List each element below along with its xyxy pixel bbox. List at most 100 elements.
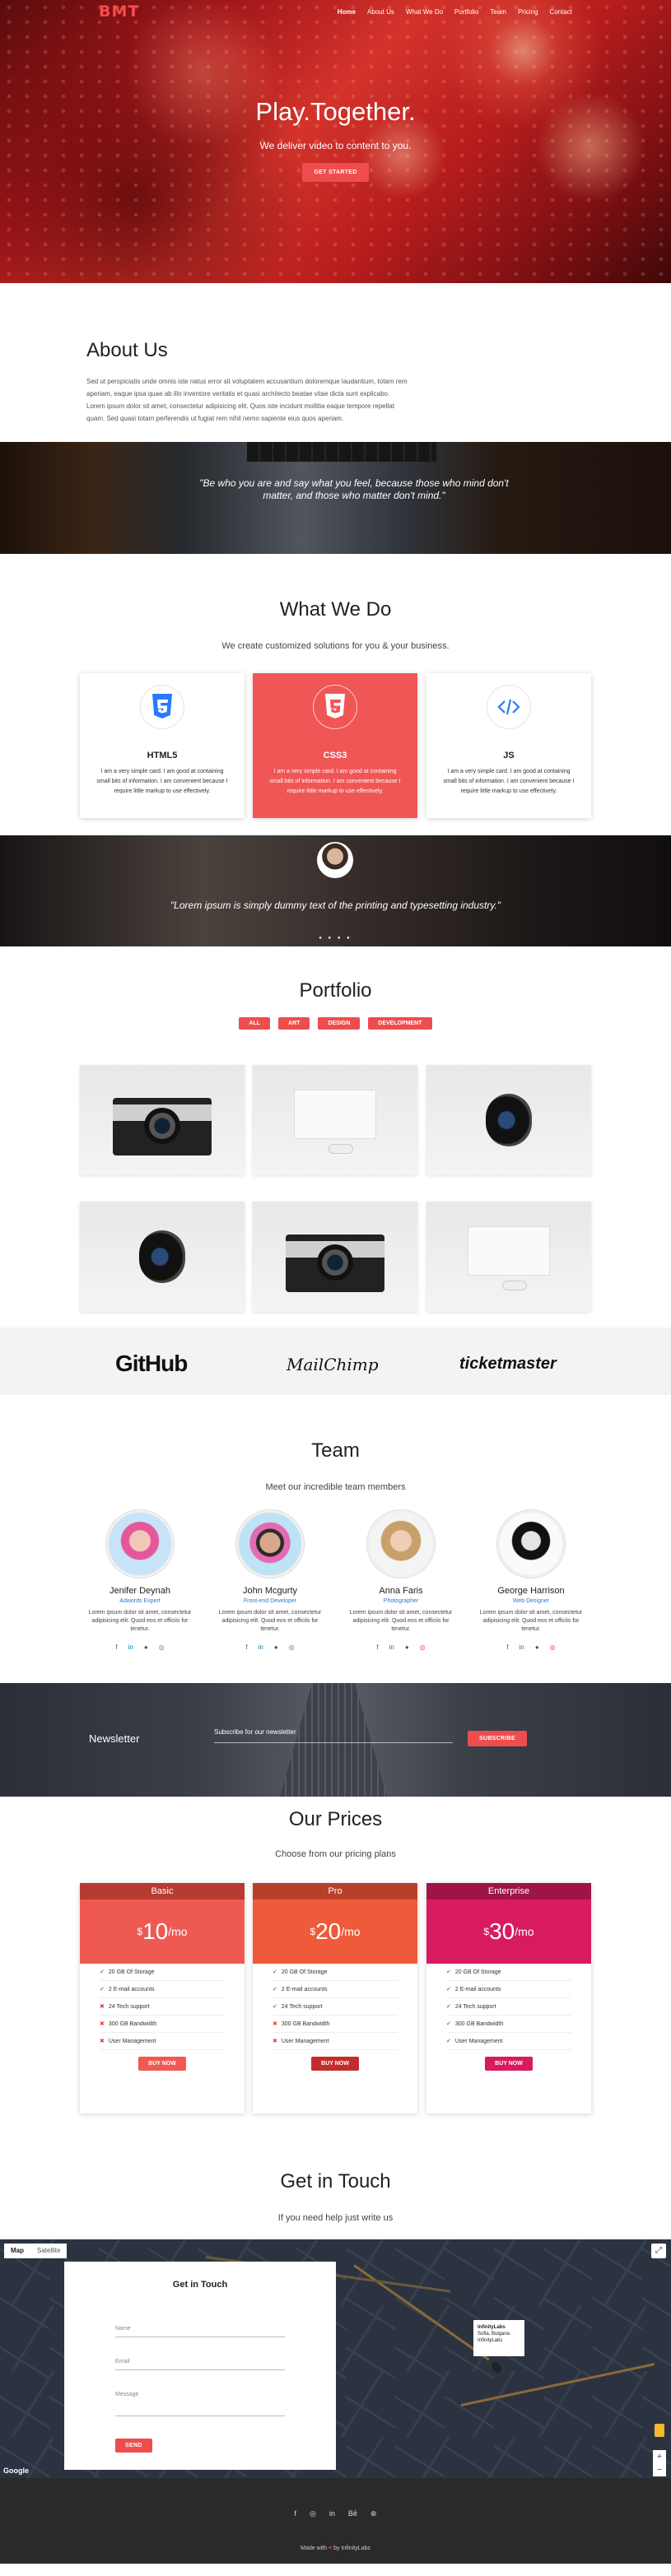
feature: 20 GB Of Storage (454, 1969, 501, 1975)
filter-art[interactable]: ART (278, 1017, 310, 1030)
carousel-dots[interactable]: ● ● ● ● (0, 936, 671, 941)
portfolio-section: Portfolio ALL ART DESIGN DEVELOPMENT (0, 946, 671, 1328)
nav-item-team[interactable]: Team (490, 8, 506, 16)
nav-item-about[interactable]: About Us (367, 8, 394, 16)
portfolio-item[interactable] (80, 1202, 245, 1312)
facebook-icon[interactable]: f (245, 1644, 247, 1651)
portfolio-item[interactable] (80, 1065, 245, 1175)
team-member: Anna Faris Photographer Lorem ipsum dolo… (339, 1510, 463, 1651)
member-bio: Lorem ipsum dolor sit amet, consectetur … (218, 1610, 322, 1632)
feature: User Management (454, 2039, 503, 2044)
get-started-button[interactable]: GET STARTED (302, 163, 369, 182)
name-field[interactable]: Name (115, 2326, 285, 2337)
instagram-icon[interactable]: ◎ (550, 1644, 556, 1651)
check-icon: ✔ (446, 2039, 451, 2044)
subscribe-button[interactable]: SUBSCRIBE (468, 1731, 527, 1746)
member-role: Web Designer (512, 1598, 550, 1604)
check-icon: ✔ (273, 1987, 277, 1992)
team-member: John Mcgurty Front-end Developer Lorem i… (208, 1510, 332, 1651)
behance-icon[interactable]: Bē (348, 2509, 357, 2518)
quote-banner: "Be who you are and say what you feel, b… (0, 442, 671, 554)
filter-development[interactable]: DEVELOPMENT (368, 1017, 432, 1030)
member-bio: Lorem ipsum dolor sit amet, consectetur … (349, 1610, 453, 1632)
card-text: I am a very simple card. I am good at co… (96, 769, 228, 794)
avatar (236, 1510, 304, 1578)
hero-section: BMT Home About Us What We Do Portfolio T… (0, 0, 671, 283)
prices-title: Our Prices (288, 1808, 383, 1830)
building-image (280, 1683, 387, 1797)
popup-name: InfinityLabs (478, 2338, 503, 2343)
portfolio-item[interactable] (253, 1202, 417, 1312)
member-bio: Lorem ipsum dolor sit amet, consectetur … (88, 1610, 192, 1632)
facebook-icon[interactable]: f (506, 1644, 508, 1651)
what-title: What We Do (279, 598, 392, 621)
github-icon[interactable]: ● (405, 1644, 409, 1651)
send-button[interactable]: SEND (115, 2439, 152, 2453)
instagram-icon[interactable]: ◎ (159, 1644, 165, 1651)
avatar (106, 1510, 174, 1578)
close-icon: ✖ (100, 2004, 105, 2010)
filter-design[interactable]: DESIGN (318, 1017, 361, 1030)
buy-now-button[interactable]: BUY NOW (311, 2057, 359, 2071)
member-name: Jenifer Deynah (110, 1586, 170, 1596)
github-logo: GitHub (115, 1351, 188, 1376)
check-icon: ✔ (273, 1969, 277, 1975)
logo[interactable]: BMT (99, 2, 139, 21)
popup-address: Sofia, Bulgaria (478, 2332, 510, 2337)
street-view-icon[interactable] (655, 2424, 664, 2437)
facebook-icon[interactable]: f (376, 1644, 378, 1651)
plan-name: Pro (253, 1883, 417, 1899)
feature: 300 GB Bandwidth (281, 2021, 330, 2027)
member-name: George Harrison (497, 1586, 565, 1596)
email-field[interactable]: Email (115, 2359, 285, 2370)
check-icon: ✔ (100, 1969, 105, 1975)
map-tab[interactable]: Map (4, 2244, 30, 2258)
hero-subtitle: We deliver video to content to you. (259, 140, 412, 151)
filter-all[interactable]: ALL (239, 1017, 271, 1030)
prices-subtitle: Choose from our pricing plans (275, 1849, 396, 1859)
nav-item-pricing[interactable]: Pricing (518, 8, 538, 16)
facebook-icon[interactable]: f (295, 2509, 297, 2518)
instagram-icon[interactable]: ◎ (420, 1644, 426, 1651)
facebook-icon[interactable]: f (115, 1644, 117, 1651)
linkedin-icon[interactable]: in (389, 1644, 394, 1651)
zoom-in-icon[interactable]: + (653, 2450, 666, 2463)
check-icon: ✔ (446, 1987, 451, 1992)
heart-icon: ♥ (329, 2546, 333, 2551)
fullscreen-icon[interactable]: ⤢ (651, 2244, 666, 2258)
zoom-out-icon[interactable]: − (653, 2463, 666, 2476)
instagram-icon[interactable]: ◎ (289, 1644, 295, 1651)
plan-basic: Basic $10/mo ✔ 20 GB Of Storage ✔ 2 E-mail… (80, 1883, 245, 2113)
github-icon[interactable]: ● (535, 1644, 539, 1651)
linkedin-icon[interactable]: in (520, 1644, 524, 1651)
nav-item-home[interactable]: Home (338, 8, 356, 16)
buy-now-button[interactable]: BUY NOW (485, 2057, 533, 2071)
buy-now-button[interactable]: BUY NOW (138, 2057, 186, 2071)
feature: User Management (281, 2039, 329, 2044)
instagram-icon[interactable]: ◎ (310, 2509, 316, 2518)
dribbble-icon[interactable]: ⊛ (370, 2509, 377, 2518)
linkedin-icon[interactable]: in (259, 1644, 263, 1651)
portfolio-item[interactable] (426, 1202, 591, 1312)
newsletter-email-input[interactable] (214, 1742, 453, 1743)
quote-text: "Be who you are and say what you feel, b… (199, 477, 509, 501)
member-name: John Mcgurty (242, 1586, 298, 1596)
feature: 20 GB Of Storage (281, 1969, 328, 1975)
clients-section: GitHub MailChimp ticketmaster (0, 1328, 671, 1395)
github-icon[interactable]: ● (144, 1644, 148, 1651)
portfolio-item[interactable] (253, 1065, 417, 1175)
card-title: CSS3 (323, 751, 347, 760)
message-field[interactable]: Message (115, 2392, 285, 2416)
portfolio-item[interactable] (426, 1065, 591, 1175)
nav-item-portfolio[interactable]: Portfolio (454, 8, 478, 16)
css3-card: CSS3 I am a very simple card. I am good … (253, 673, 417, 818)
github-icon[interactable]: ● (274, 1644, 278, 1651)
linkedin-icon[interactable]: in (128, 1644, 133, 1651)
nav-item-what-we-do[interactable]: What We Do (406, 8, 443, 16)
satellite-tab[interactable]: Satellite (30, 2244, 68, 2258)
map-section[interactable]: Map Satellite ⤢ Get in Touch Name Email … (0, 2239, 671, 2478)
member-role: Adwords Expert (119, 1598, 161, 1604)
linkedin-icon[interactable]: in (329, 2509, 335, 2518)
nav-item-contact[interactable]: Contact (549, 8, 572, 16)
testimonial-section: "Lorem ipsum is simply dummy text of the… (0, 835, 671, 946)
